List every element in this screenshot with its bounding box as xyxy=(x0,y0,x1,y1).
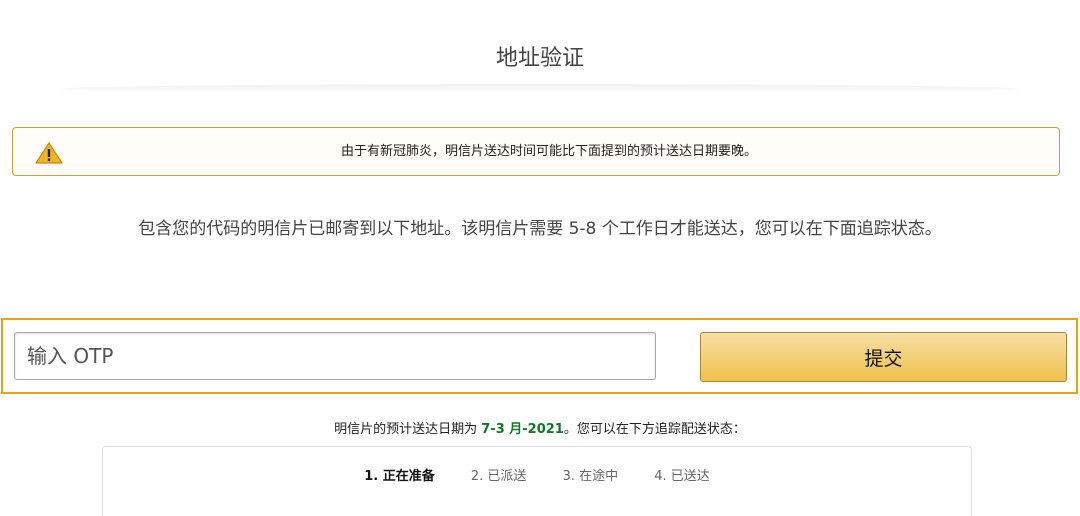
otp-form: 提交 xyxy=(1,318,1078,394)
address-verification-page: 地址验证 由于有新冠肺炎，明信片送达时间可能比下面提到的预计送达日期要晚。 包含… xyxy=(0,0,1080,516)
delivery-estimate: 明信片的预计送达日期为 7-3 月-2021。您可以在下方追踪配送状态： xyxy=(0,418,1080,437)
submit-button[interactable]: 提交 xyxy=(700,332,1067,382)
title-divider xyxy=(60,84,1020,94)
alert-message: 由于有新冠肺炎，明信片送达时间可能比下面提到的预计送达日期要晚。 xyxy=(340,144,757,159)
tracker-steps: 1. 正在准备 2. 已派送 3. 在途中 4. 已送达 xyxy=(103,465,971,484)
step-dispatched: 2. 已派送 xyxy=(470,469,527,484)
delivery-date: 7-3 月-2021 xyxy=(481,422,564,437)
covid-alert-banner: 由于有新冠肺炎，明信片送达时间可能比下面提到的预计送达日期要晚。 xyxy=(12,127,1060,176)
step-preparing: 1. 正在准备 xyxy=(364,469,435,484)
page-title: 地址验证 xyxy=(495,46,584,71)
otp-input[interactable] xyxy=(14,332,656,380)
delivery-prefix: 明信片的预计送达日期为 xyxy=(334,422,482,437)
delivery-tracker: 1. 正在准备 2. 已派送 3. 在途中 4. 已送达 xyxy=(102,446,972,516)
step-delivered: 4. 已送达 xyxy=(654,469,710,484)
delivery-suffix: 。您可以在下方追踪配送状态： xyxy=(563,422,746,437)
step-in-transit: 3. 在途中 xyxy=(562,469,619,484)
mailing-info-text: 包含您的代码的明信片已邮寄到以下地址。该明信片需要 5-8 个工作日才能送达，您… xyxy=(138,219,942,239)
